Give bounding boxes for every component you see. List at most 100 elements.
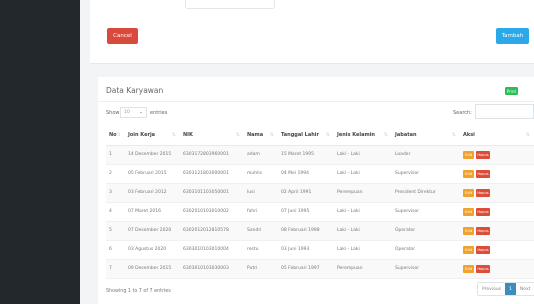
edit-button[interactable]: Edit [463, 264, 474, 273]
delete-button[interactable]: Hapus [476, 150, 490, 159]
edit-button[interactable]: Edit [463, 150, 474, 159]
table-row: 4 07 Maret 2016 6302010103010002 fahri 07 Ju… [106, 202, 534, 222]
cell-nik: 6303010103010004 [180, 240, 244, 260]
cell-jenis-kelamin: Laki - Laki [334, 145, 392, 165]
cell-nama: Putri [244, 259, 278, 279]
previous-page-button[interactable]: Previous [478, 283, 506, 295]
column-header-nik[interactable]: NIK ⇅ [180, 126, 244, 146]
sort-icon: ⇅ [325, 132, 330, 138]
cell-jenis-kelamin: Perempuan [334, 183, 392, 203]
cell-no: 6 [106, 240, 125, 260]
column-header-jenis-kelamin[interactable]: Jenis Kelamin ⇅ [334, 126, 392, 146]
cell-jenis-kelamin: Laki - Laki [334, 240, 392, 260]
cell-join-kerja: 09 Desember 2015 [125, 259, 180, 279]
cell-join-kerja: 03 Agustus 2020 [125, 240, 180, 260]
edit-button[interactable]: Edit [463, 207, 474, 216]
cell-jabatan: Supervisor [392, 259, 460, 279]
cell-no: 4 [106, 202, 125, 222]
delete-button[interactable]: Hapus [476, 169, 490, 178]
cell-no: 1 [106, 145, 125, 165]
cell-join-kerja: 14 Desember 2015 [125, 145, 180, 165]
cell-nik: 6303121803000001 [180, 164, 244, 184]
edit-button[interactable]: Edit [463, 245, 474, 254]
add-button[interactable]: Tambah [496, 28, 529, 44]
cell-nama: restu [244, 240, 278, 260]
column-header-aksi[interactable]: Aksi ⇅ [460, 126, 534, 146]
cell-join-kerja: 07 Maret 2016 [125, 202, 180, 222]
divider [98, 101, 534, 102]
cell-jenis-kelamin: Laki - Laki [334, 202, 392, 222]
column-header-nama[interactable]: Nama ⇅ [244, 126, 278, 146]
sidebar [0, 0, 80, 304]
sort-icon: ⇅ [525, 132, 530, 138]
entries-label: entries [150, 110, 168, 116]
cell-jabatan: Supervisor [392, 202, 460, 222]
page-size-value: 10 [124, 110, 130, 115]
form-input[interactable] [185, 0, 275, 9]
cell-no: 5 [106, 221, 125, 241]
sort-icon: ⇅ [171, 132, 176, 138]
table-header-row: No ⇅ Join Kerja ⇅ NIK ⇅ Nama ⇅ Tanggal Lahir… [106, 126, 534, 146]
print-button[interactable]: Print [505, 87, 518, 95]
page-size-select[interactable]: 10 ⌄ [120, 107, 147, 118]
cell-no: 2 [106, 164, 125, 184]
cell-jabatan: President Direktur [392, 183, 460, 203]
pagination: Previous 1 Next [477, 282, 534, 296]
column-header-no[interactable]: No ⇅ [106, 126, 125, 146]
table-row: 2 05 Februari 2015 6303121803000001 muhlis 0… [106, 164, 534, 184]
cell-aksi: Edit Hapus [460, 183, 534, 203]
column-header-tanggal-lahir[interactable]: Tanggal Lahir ⇅ [278, 126, 334, 146]
employee-table: No ⇅ Join Kerja ⇅ NIK ⇅ Nama ⇅ Tanggal Lahir… [106, 126, 534, 279]
next-page-button[interactable]: Next [515, 283, 534, 295]
edit-button[interactable]: Edit [463, 169, 474, 178]
delete-button[interactable]: Hapus [476, 226, 490, 235]
edit-button[interactable]: Edit [463, 188, 474, 197]
column-header-jabatan[interactable]: Jabatan ⇅ [392, 126, 460, 146]
cell-no: 7 [106, 259, 125, 279]
column-header-join-kerja[interactable]: Join Kerja ⇅ [125, 126, 180, 146]
delete-button[interactable]: Hapus [476, 188, 490, 197]
cell-nama: lusi [244, 183, 278, 203]
cell-jenis-kelamin: Perempuan [334, 259, 392, 279]
table-row: 3 03 Februari 2012 6303101103050001 lusi 02 … [106, 183, 534, 203]
cell-nama: adam [244, 145, 278, 165]
cell-no: 3 [106, 183, 125, 203]
cell-jabatan: Operator [392, 240, 460, 260]
cell-tanggal-lahir: 15 Maret 1995 [278, 145, 334, 165]
cell-join-kerja: 07 Desember 2020 [125, 221, 180, 241]
show-label: Show [106, 110, 120, 116]
cell-join-kerja: 05 Februari 2015 [125, 164, 180, 184]
sort-icon: ⇅ [451, 132, 456, 138]
cell-jenis-kelamin: Laki - Laki [334, 164, 392, 184]
search-input[interactable] [475, 104, 534, 119]
cell-tanggal-lahir: 04 Mei 1994 [278, 164, 334, 184]
employee-table-card: Data Karyawan Print Show 10 ⌄ entries Se… [98, 77, 534, 304]
delete-button[interactable]: Hapus [476, 207, 490, 216]
cell-join-kerja: 03 Februari 2012 [125, 183, 180, 203]
cell-nik: 6303172803960001 [180, 145, 244, 165]
table-row: 5 07 Desember 2020 6302012012810578 Sandri 0… [106, 221, 534, 241]
cell-jenis-kelamin: Laki - Laki [334, 221, 392, 241]
delete-button[interactable]: Hapus [476, 245, 490, 254]
sort-icon: ⇅ [235, 132, 240, 138]
delete-button[interactable]: Hapus [476, 264, 490, 273]
search-label: Search: [453, 110, 472, 116]
cell-aksi: Edit Hapus [460, 259, 534, 279]
cell-tanggal-lahir: 02 April 1991 [278, 183, 334, 203]
cell-nik: 6303010103030003 [180, 259, 244, 279]
table-info: Showing 1 to 7 of 7 entries [106, 289, 171, 294]
sort-icon: ⇅ [269, 132, 274, 138]
cancel-button[interactable]: Cancel [107, 28, 138, 44]
page-1-button[interactable]: 1 [505, 283, 516, 295]
cell-tanggal-lahir: 08 Februari 1998 [278, 221, 334, 241]
sort-icon: ⇅ [116, 132, 121, 138]
cell-nama: muhlis [244, 164, 278, 184]
cell-tanggal-lahir: 03 Juni 1993 [278, 240, 334, 260]
cell-nik: 6302012012810578 [180, 221, 244, 241]
cell-aksi: Edit Hapus [460, 221, 534, 241]
cell-aksi: Edit Hapus [460, 202, 534, 222]
cell-nama: fahri [244, 202, 278, 222]
edit-button[interactable]: Edit [463, 226, 474, 235]
cell-tanggal-lahir: 07 Juni 1995 [278, 202, 334, 222]
cell-aksi: Edit Hapus [460, 240, 534, 260]
